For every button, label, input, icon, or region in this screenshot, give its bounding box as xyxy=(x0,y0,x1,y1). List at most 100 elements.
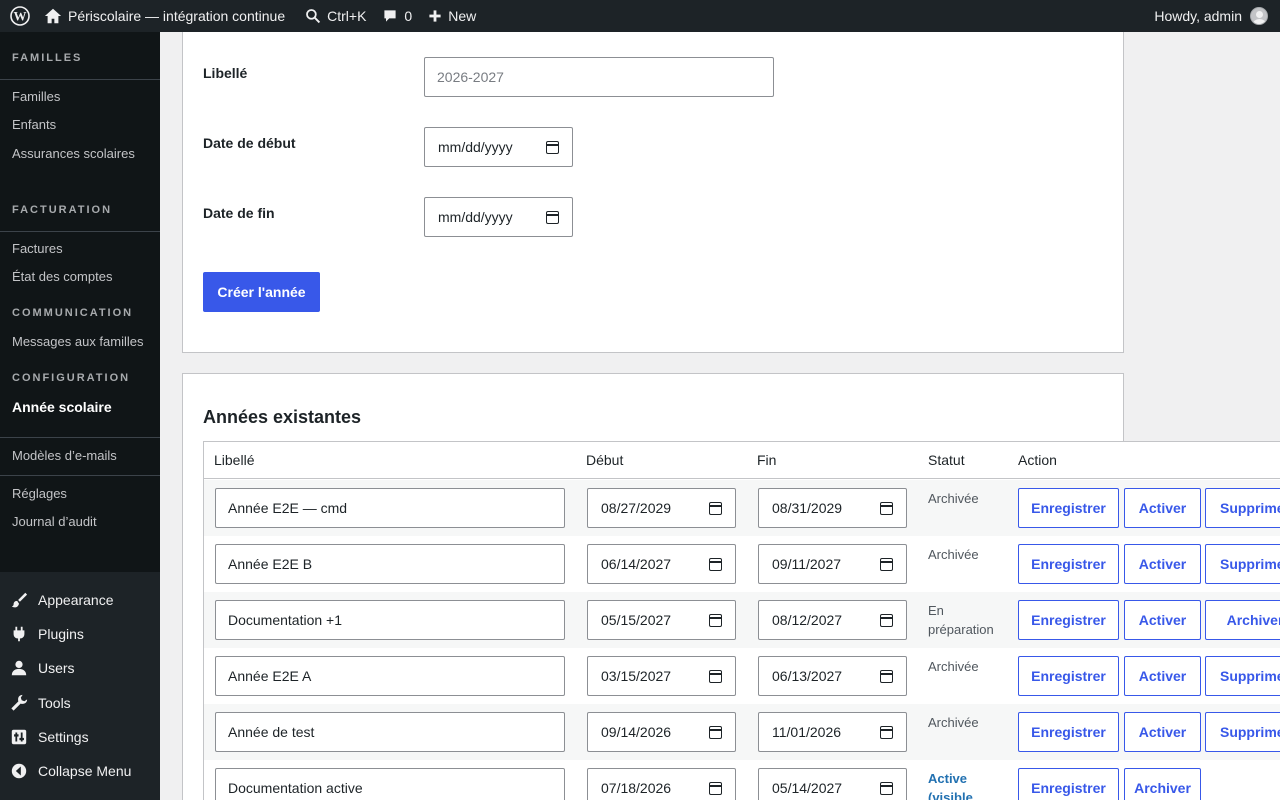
row-end-date-value: 11/01/2026 xyxy=(772,724,842,740)
row-action-enregistrer-button[interactable]: Enregistrer xyxy=(1018,768,1119,800)
row-action-supprimer-button[interactable]: Supprimer xyxy=(1205,488,1280,528)
sidebar-item-journal-audit[interactable]: Journal d’audit xyxy=(12,514,97,529)
row-action-archiver-button[interactable]: Archiver xyxy=(1124,768,1201,800)
start-date-input[interactable]: mm/dd/yyyy xyxy=(424,127,573,167)
row-action-activer-button[interactable]: Activer xyxy=(1124,712,1201,752)
calendar-icon[interactable] xyxy=(880,781,893,795)
row-action-archiver-button[interactable]: Archiver xyxy=(1205,600,1280,640)
plus-icon xyxy=(429,10,441,22)
start-date-label: Date de début xyxy=(203,135,296,151)
row-end-date-input[interactable]: 05/14/2027 xyxy=(758,768,907,800)
row-action-enregistrer-button[interactable]: Enregistrer xyxy=(1018,600,1119,640)
comments-link[interactable]: 0 xyxy=(374,0,420,32)
calendar-icon[interactable] xyxy=(546,140,559,154)
site-name-link[interactable]: Périscolaire — intégration continue xyxy=(36,0,293,32)
calendar-icon[interactable] xyxy=(709,613,722,627)
wordpress-logo-icon[interactable]: W xyxy=(0,0,36,32)
column-header-statut: Statut xyxy=(928,452,965,468)
menu-plugins[interactable]: Plugins xyxy=(0,617,160,651)
calendar-icon[interactable] xyxy=(709,725,722,739)
search-shortcut: Ctrl+K xyxy=(327,8,367,24)
row-action-enregistrer-button[interactable]: Enregistrer xyxy=(1018,712,1119,752)
calendar-icon[interactable] xyxy=(880,557,893,571)
sidebar-item-assurances[interactable]: Assurances scolaires xyxy=(12,146,135,161)
menu-users[interactable]: Users xyxy=(0,651,160,685)
row-label-input[interactable]: Année E2E A xyxy=(215,656,565,696)
row-end-date-input[interactable]: 08/31/2029 xyxy=(758,488,907,528)
column-header-fin: Fin xyxy=(757,452,777,468)
howdy-text: Howdy, admin xyxy=(1154,8,1242,24)
row-label-input[interactable]: Année de test xyxy=(215,712,565,752)
row-start-date-input[interactable]: 06/14/2027 xyxy=(587,544,736,584)
row-end-date-value: 05/14/2027 xyxy=(772,780,843,796)
sidebar-item-familles[interactable]: Familles xyxy=(12,89,60,104)
row-start-date-input[interactable]: 03/15/2027 xyxy=(587,656,736,696)
svg-text:W: W xyxy=(14,9,27,24)
row-start-date-input[interactable]: 08/27/2029 xyxy=(587,488,736,528)
row-start-date-value: 03/15/2027 xyxy=(601,668,672,684)
row-label-input[interactable]: Année E2E B xyxy=(215,544,565,584)
row-end-date-input[interactable]: 09/11/2027 xyxy=(758,544,907,584)
sidebar-item-modeles-emails[interactable]: Modèles d’e-mails xyxy=(12,448,117,463)
row-action-activer-button[interactable]: Activer xyxy=(1124,656,1201,696)
row-end-date-value: 08/12/2027 xyxy=(772,612,843,628)
row-action-activer-button[interactable]: Activer xyxy=(1124,600,1201,640)
row-status: Archivée xyxy=(928,715,979,730)
calendar-icon[interactable] xyxy=(880,501,893,515)
row-label-input[interactable]: Documentation active xyxy=(215,768,565,800)
sidebar-item-etat-comptes[interactable]: État des comptes xyxy=(12,269,112,284)
calendar-icon[interactable] xyxy=(709,669,722,683)
menu-label: Settings xyxy=(38,729,89,745)
new-label: New xyxy=(448,8,477,24)
calendar-icon[interactable] xyxy=(709,557,722,571)
row-start-date-value: 08/27/2029 xyxy=(601,500,672,516)
row-end-date-input[interactable]: 11/01/2026 xyxy=(758,712,907,752)
command-palette-button[interactable]: Ctrl+K xyxy=(297,0,374,32)
label-field-label: Libellé xyxy=(203,65,248,81)
divider xyxy=(0,475,160,476)
row-action-enregistrer-button[interactable]: Enregistrer xyxy=(1018,488,1119,528)
calendar-icon[interactable] xyxy=(546,210,559,224)
my-account-menu[interactable]: Howdy, admin xyxy=(1154,0,1280,32)
calendar-icon[interactable] xyxy=(880,725,893,739)
end-date-label: Date de fin xyxy=(203,205,275,221)
menu-label: Tools xyxy=(38,695,71,711)
new-content-button[interactable]: New xyxy=(420,0,484,32)
row-start-date-input[interactable]: 09/14/2026 xyxy=(587,712,736,752)
row-label-input[interactable]: Année E2E — cmd xyxy=(215,488,565,528)
sidebar-item-factures[interactable]: Factures xyxy=(12,241,63,256)
menu-settings[interactable]: Settings xyxy=(0,720,160,754)
create-year-button[interactable]: Créer l'année xyxy=(203,272,320,312)
row-action-activer-button[interactable]: Activer xyxy=(1124,544,1201,584)
row-action-supprimer-button[interactable]: Supprimer xyxy=(1205,656,1280,696)
row-start-date-input[interactable]: 07/18/2026 xyxy=(587,768,736,800)
menu-tools[interactable]: Tools xyxy=(0,686,160,720)
row-status: Archivée xyxy=(928,491,979,506)
row-status: En préparation xyxy=(928,603,994,637)
calendar-icon[interactable] xyxy=(880,613,893,627)
calendar-icon[interactable] xyxy=(880,669,893,683)
row-action-enregistrer-button[interactable]: Enregistrer xyxy=(1018,544,1119,584)
divider xyxy=(0,231,160,232)
row-action-supprimer-button[interactable]: Supprimer xyxy=(1205,712,1280,752)
plug-icon xyxy=(13,626,25,642)
row-label-input[interactable]: Documentation +1 xyxy=(215,600,565,640)
calendar-icon[interactable] xyxy=(709,501,722,515)
row-action-enregistrer-button[interactable]: Enregistrer xyxy=(1018,656,1119,696)
paintbrush-icon xyxy=(11,592,28,608)
calendar-icon[interactable] xyxy=(709,781,722,795)
row-start-date-input[interactable]: 05/15/2027 xyxy=(587,600,736,640)
label-input[interactable]: 2026-2027 xyxy=(424,57,774,97)
row-action-activer-button[interactable]: Activer xyxy=(1124,488,1201,528)
sidebar-item-enfants[interactable]: Enfants xyxy=(12,117,56,132)
sidebar-item-reglages[interactable]: Réglages xyxy=(12,486,67,501)
end-date-input[interactable]: mm/dd/yyyy xyxy=(424,197,573,237)
menu-appearance[interactable]: Appearance xyxy=(0,583,160,617)
end-date-value: mm/dd/yyyy xyxy=(438,209,513,225)
sidebar-item-messages[interactable]: Messages aux familles xyxy=(12,334,144,349)
row-action-supprimer-button[interactable]: Supprimer xyxy=(1205,544,1280,584)
collapse-menu-button[interactable]: Collapse Menu xyxy=(0,754,160,788)
row-end-date-input[interactable]: 08/12/2027 xyxy=(758,600,907,640)
row-end-date-input[interactable]: 06/13/2027 xyxy=(758,656,907,696)
sidebar-item-annee-scolaire[interactable]: Année scolaire xyxy=(12,399,112,415)
